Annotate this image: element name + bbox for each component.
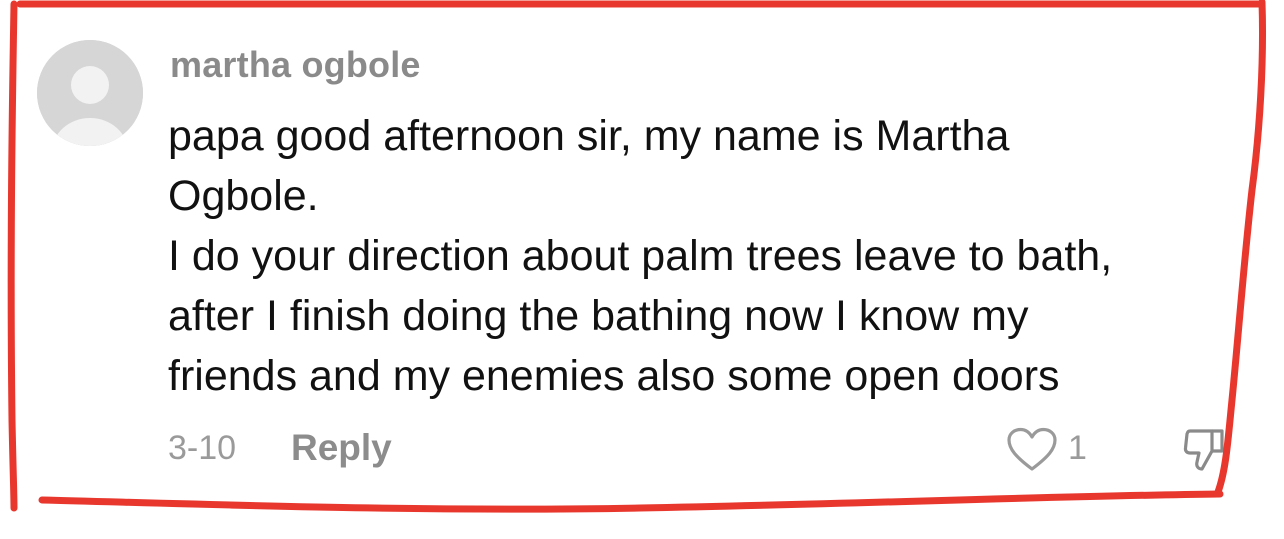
- comment-date: 3-10: [168, 429, 237, 467]
- dislike-button[interactable]: [1182, 425, 1228, 475]
- default-avatar-icon: [37, 40, 143, 146]
- comment-actions: 3-10 Reply 1: [168, 425, 1268, 475]
- comment-line: papa good afternoon sir, my name is Mart…: [168, 112, 1010, 160]
- comment-username[interactable]: martha ogbole: [170, 44, 421, 86]
- reply-button[interactable]: Reply: [291, 427, 392, 469]
- comment-line: after I finish doing the bathing now I k…: [168, 292, 1029, 340]
- comment-screenshot: martha ogbole papa good afternoon sir, m…: [0, 0, 1284, 539]
- thumbs-down-icon: [1183, 429, 1224, 471]
- heart-outline-icon: [1007, 427, 1057, 471]
- comment-line: I do your direction about palm trees lea…: [168, 232, 1113, 280]
- like-count: 1: [1068, 429, 1087, 467]
- comment-line: friends and my enemies also some open do…: [168, 352, 1060, 400]
- like-button[interactable]: [1006, 427, 1058, 473]
- comment-text: papa good afternoon sir, my name is Mart…: [168, 106, 1243, 406]
- avatar[interactable]: [37, 40, 143, 146]
- comment-line: Ogbole.: [168, 172, 319, 220]
